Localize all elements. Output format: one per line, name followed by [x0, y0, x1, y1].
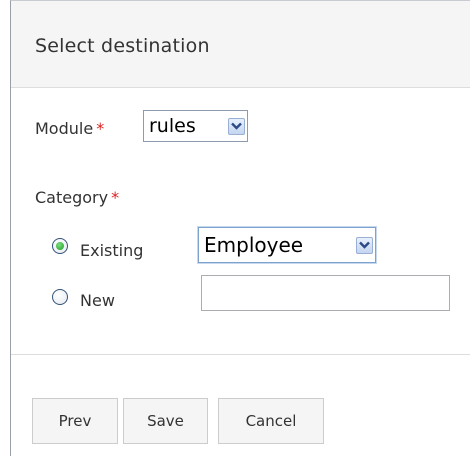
chevron-down-icon[interactable]: [356, 236, 373, 254]
prev-button[interactable]: Prev: [32, 398, 118, 444]
category-required-mark: *: [111, 188, 120, 207]
select-destination-dialog: Select destination Module * rules Categor…: [10, 0, 470, 456]
cancel-button[interactable]: Cancel: [218, 398, 324, 444]
dialog-header: Select destination: [11, 1, 470, 88]
module-select-value: rules: [149, 115, 196, 137]
new-radio-label[interactable]: New: [80, 291, 115, 310]
module-label-group: Module *: [35, 119, 104, 138]
new-category-input[interactable]: [201, 275, 450, 311]
radio-checked-icon: [56, 242, 64, 250]
module-label: Module: [35, 119, 94, 138]
existing-category-select[interactable]: Employee: [198, 227, 376, 263]
save-button[interactable]: Save: [123, 398, 208, 444]
existing-radio[interactable]: [52, 238, 68, 254]
category-label-group: Category *: [35, 188, 119, 207]
category-label: Category: [35, 188, 109, 207]
divider: [11, 354, 470, 355]
new-radio[interactable]: [52, 289, 68, 305]
module-select[interactable]: rules: [143, 110, 248, 142]
existing-category-select-value: Employee: [204, 233, 304, 257]
existing-radio-label[interactable]: Existing: [80, 241, 143, 260]
module-required-mark: *: [96, 119, 105, 138]
chevron-down-icon[interactable]: [228, 117, 245, 135]
dialog-title: Select destination: [35, 35, 210, 57]
